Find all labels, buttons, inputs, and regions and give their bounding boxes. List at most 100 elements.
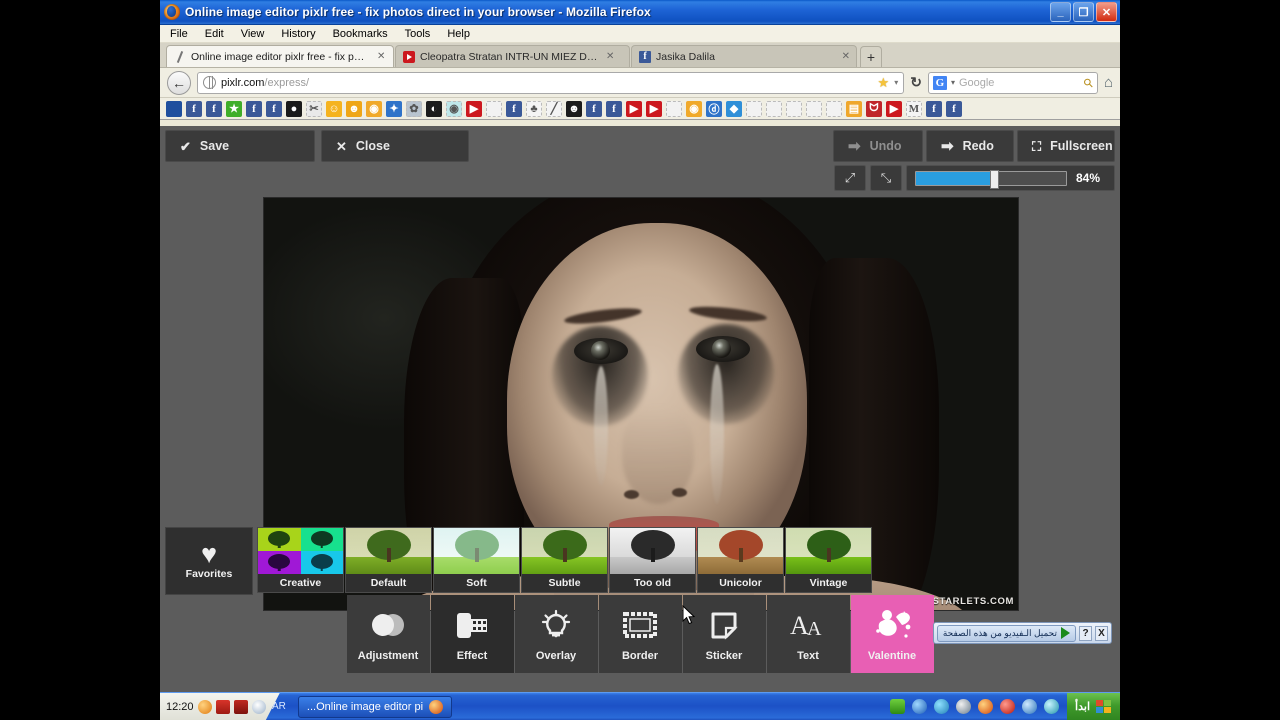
msn-icon[interactable] [912, 699, 928, 714]
close-helper-button[interactable]: X [1095, 625, 1108, 641]
bookmark-facebook-6[interactable]: f [586, 100, 602, 117]
menu-file[interactable]: File [170, 28, 188, 40]
bookmark-placeholder-1[interactable] [486, 100, 502, 117]
download-video-button[interactable]: تحميل الـفيديو من هذه الصفحة [936, 624, 1076, 642]
bookmark-placeholder-4[interactable] [766, 100, 782, 117]
bookmark-drop-blue[interactable]: ◆ [726, 100, 742, 117]
tab-close-icon[interactable]: ✕ [842, 51, 850, 62]
bookmark-facebook-5[interactable]: f [506, 100, 522, 117]
category-adjustment[interactable]: Adjustment [346, 595, 430, 673]
bookmark-facebook-7[interactable]: f [606, 100, 622, 117]
bookmark-face-dark[interactable]: ☻ [566, 100, 582, 117]
filter-thumb-unicolor[interactable]: Unicolor [697, 527, 784, 593]
minimize-button[interactable]: _ [1050, 2, 1071, 22]
filter-thumbnails-scroll[interactable]: Creative Default Soft Subtle Too old Unicolor… [257, 527, 1120, 595]
home-icon[interactable]: ⌂ [1104, 74, 1113, 91]
bookmark-facebook-4[interactable]: f [266, 100, 282, 117]
filter-thumb-creative[interactable]: Creative [257, 527, 344, 593]
category-overlay[interactable]: Overlay [514, 595, 598, 673]
bookmark-youtube-4[interactable]: ▶ [886, 100, 902, 117]
bookmark-smiley-orange[interactable]: ☺ [326, 100, 342, 117]
bookmark-placeholder-6[interactable] [806, 100, 822, 117]
bookmark-gmail[interactable]: M [906, 100, 922, 117]
redo-button[interactable]: ➡ Redo [926, 130, 1014, 162]
bookmark-youtube-2[interactable]: ▶ [626, 100, 642, 117]
menu-view[interactable]: View [241, 28, 265, 40]
filter-thumb-soft[interactable]: Soft [433, 527, 520, 593]
bookmark-youtube-3[interactable]: ▶ [646, 100, 662, 117]
filter-thumb-subtle[interactable]: Subtle [521, 527, 608, 593]
chevron-down-icon[interactable]: ▾ [951, 78, 955, 87]
bookmark-rss-orange[interactable]: ▤ [846, 100, 862, 117]
help-button[interactable]: ? [1079, 625, 1092, 641]
tab-close-icon[interactable]: ✕ [377, 51, 385, 62]
filter-thumb-vintage[interactable]: Vintage [785, 527, 872, 593]
menu-bookmarks[interactable]: Bookmarks [333, 28, 388, 40]
tab-close-icon[interactable]: ✕ [606, 51, 614, 62]
bookmark-blue-puzzle[interactable]: ✦ [386, 100, 402, 117]
green-plug-icon[interactable] [890, 699, 906, 714]
menu-tools[interactable]: Tools [405, 28, 431, 40]
bookmark-bird-dark[interactable]: ♣ [526, 100, 542, 117]
firefox-icon[interactable] [978, 699, 994, 714]
back-arrow-icon[interactable]: ← [167, 70, 191, 95]
media-player-icon[interactable] [956, 699, 972, 714]
bookmark-facebook-3[interactable]: f [246, 100, 262, 117]
bookmark-grey-misc[interactable]: ✿ [406, 100, 422, 117]
menu-edit[interactable]: Edit [205, 28, 224, 40]
bookmark-placeholder-7[interactable] [826, 100, 842, 117]
bookmark-globe-dark[interactable]: ◐ [426, 100, 442, 117]
favorites-button[interactable]: ♥ Favorites [165, 527, 253, 595]
red-x-signal-icon[interactable] [215, 699, 230, 714]
bookmark-green-star[interactable]: ★ [226, 100, 242, 117]
zoom-actual-icon[interactable]: ⤡ [870, 165, 902, 191]
bookmark-pencil[interactable]: ╱ [546, 100, 562, 117]
bookmark-placeholder-3[interactable] [746, 100, 762, 117]
bookmark-facebook-8[interactable]: f [926, 100, 942, 117]
menu-help[interactable]: Help [447, 28, 470, 40]
task-button-firefox[interactable]: ...Online image editor pi [297, 695, 453, 718]
search-icon[interactable]: ⚲ [1080, 74, 1096, 90]
red-power-icon[interactable] [1000, 699, 1016, 714]
zoom-slider-handle[interactable] [990, 169, 999, 189]
blue-circle-icon[interactable] [934, 699, 950, 714]
bookmark-placeholder-5[interactable] [786, 100, 802, 117]
search-input[interactable]: Google [959, 77, 994, 89]
tab-youtube[interactable]: Cleopatra Stratan INTR-UN MIEZ DE NO... … [395, 45, 630, 67]
start-button[interactable]: ابدأ [1067, 692, 1120, 720]
bookmark-photo-orange[interactable]: ◉ [366, 100, 382, 117]
tab-facebook[interactable]: f Jasika Dalila ✕ [631, 45, 857, 67]
bookmark-film[interactable]: ✂ [306, 100, 322, 117]
chevron-down-icon[interactable]: ▾ [894, 78, 898, 87]
new-tab-button[interactable]: + [860, 46, 882, 67]
bookmark-facebook-1[interactable]: f [186, 100, 202, 117]
menu-history[interactable]: History [281, 28, 315, 40]
maximize-button[interactable]: ❐ [1073, 2, 1094, 22]
bookmark-blue-swoosh[interactable] [166, 100, 182, 117]
category-valentine[interactable]: Valentine [850, 595, 934, 673]
bookmark-search-teal[interactable]: ◉ [446, 100, 462, 117]
bookmark-placeholder-2[interactable] [666, 100, 682, 117]
fullscreen-button[interactable]: ⛶ Fullscreen [1017, 130, 1115, 162]
bookmark-red-dark[interactable]: ● [286, 100, 302, 117]
category-text[interactable]: AA Text [766, 595, 850, 673]
filter-thumb-default[interactable]: Default [345, 527, 432, 593]
search-bar[interactable]: G ▾ Google ⚲ [927, 71, 1098, 94]
grey-arrow-icon[interactable] [251, 699, 266, 714]
filter-thumb-tooold[interactable]: Too old [609, 527, 696, 593]
tab-pixlr[interactable]: Online image editor pixlr free - fix pho… [166, 45, 394, 67]
bookmark-facebook-2[interactable]: f [206, 100, 222, 117]
teal-refresh-icon[interactable] [1044, 699, 1060, 714]
bookmark-youtube-1[interactable]: ▶ [466, 100, 482, 117]
bookmark-blue-dp[interactable]: ⓓ [706, 100, 722, 117]
bookmark-cat-red[interactable]: ᗢ [866, 100, 882, 117]
bookmark-smiley-laugh[interactable]: ☻ [346, 100, 362, 117]
undo-button[interactable]: ➡ Undo [833, 130, 923, 162]
close-button[interactable]: ✕ Close [321, 130, 469, 162]
save-button[interactable]: ✔ Save [165, 130, 315, 162]
zoom-slider[interactable] [915, 169, 1067, 189]
zoom-fit-icon[interactable]: ⤢ [834, 165, 866, 191]
orange-circle-icon[interactable] [197, 699, 212, 714]
bookmark-star-icon[interactable]: ★ [878, 75, 890, 91]
category-effect[interactable]: Effect [430, 595, 514, 673]
